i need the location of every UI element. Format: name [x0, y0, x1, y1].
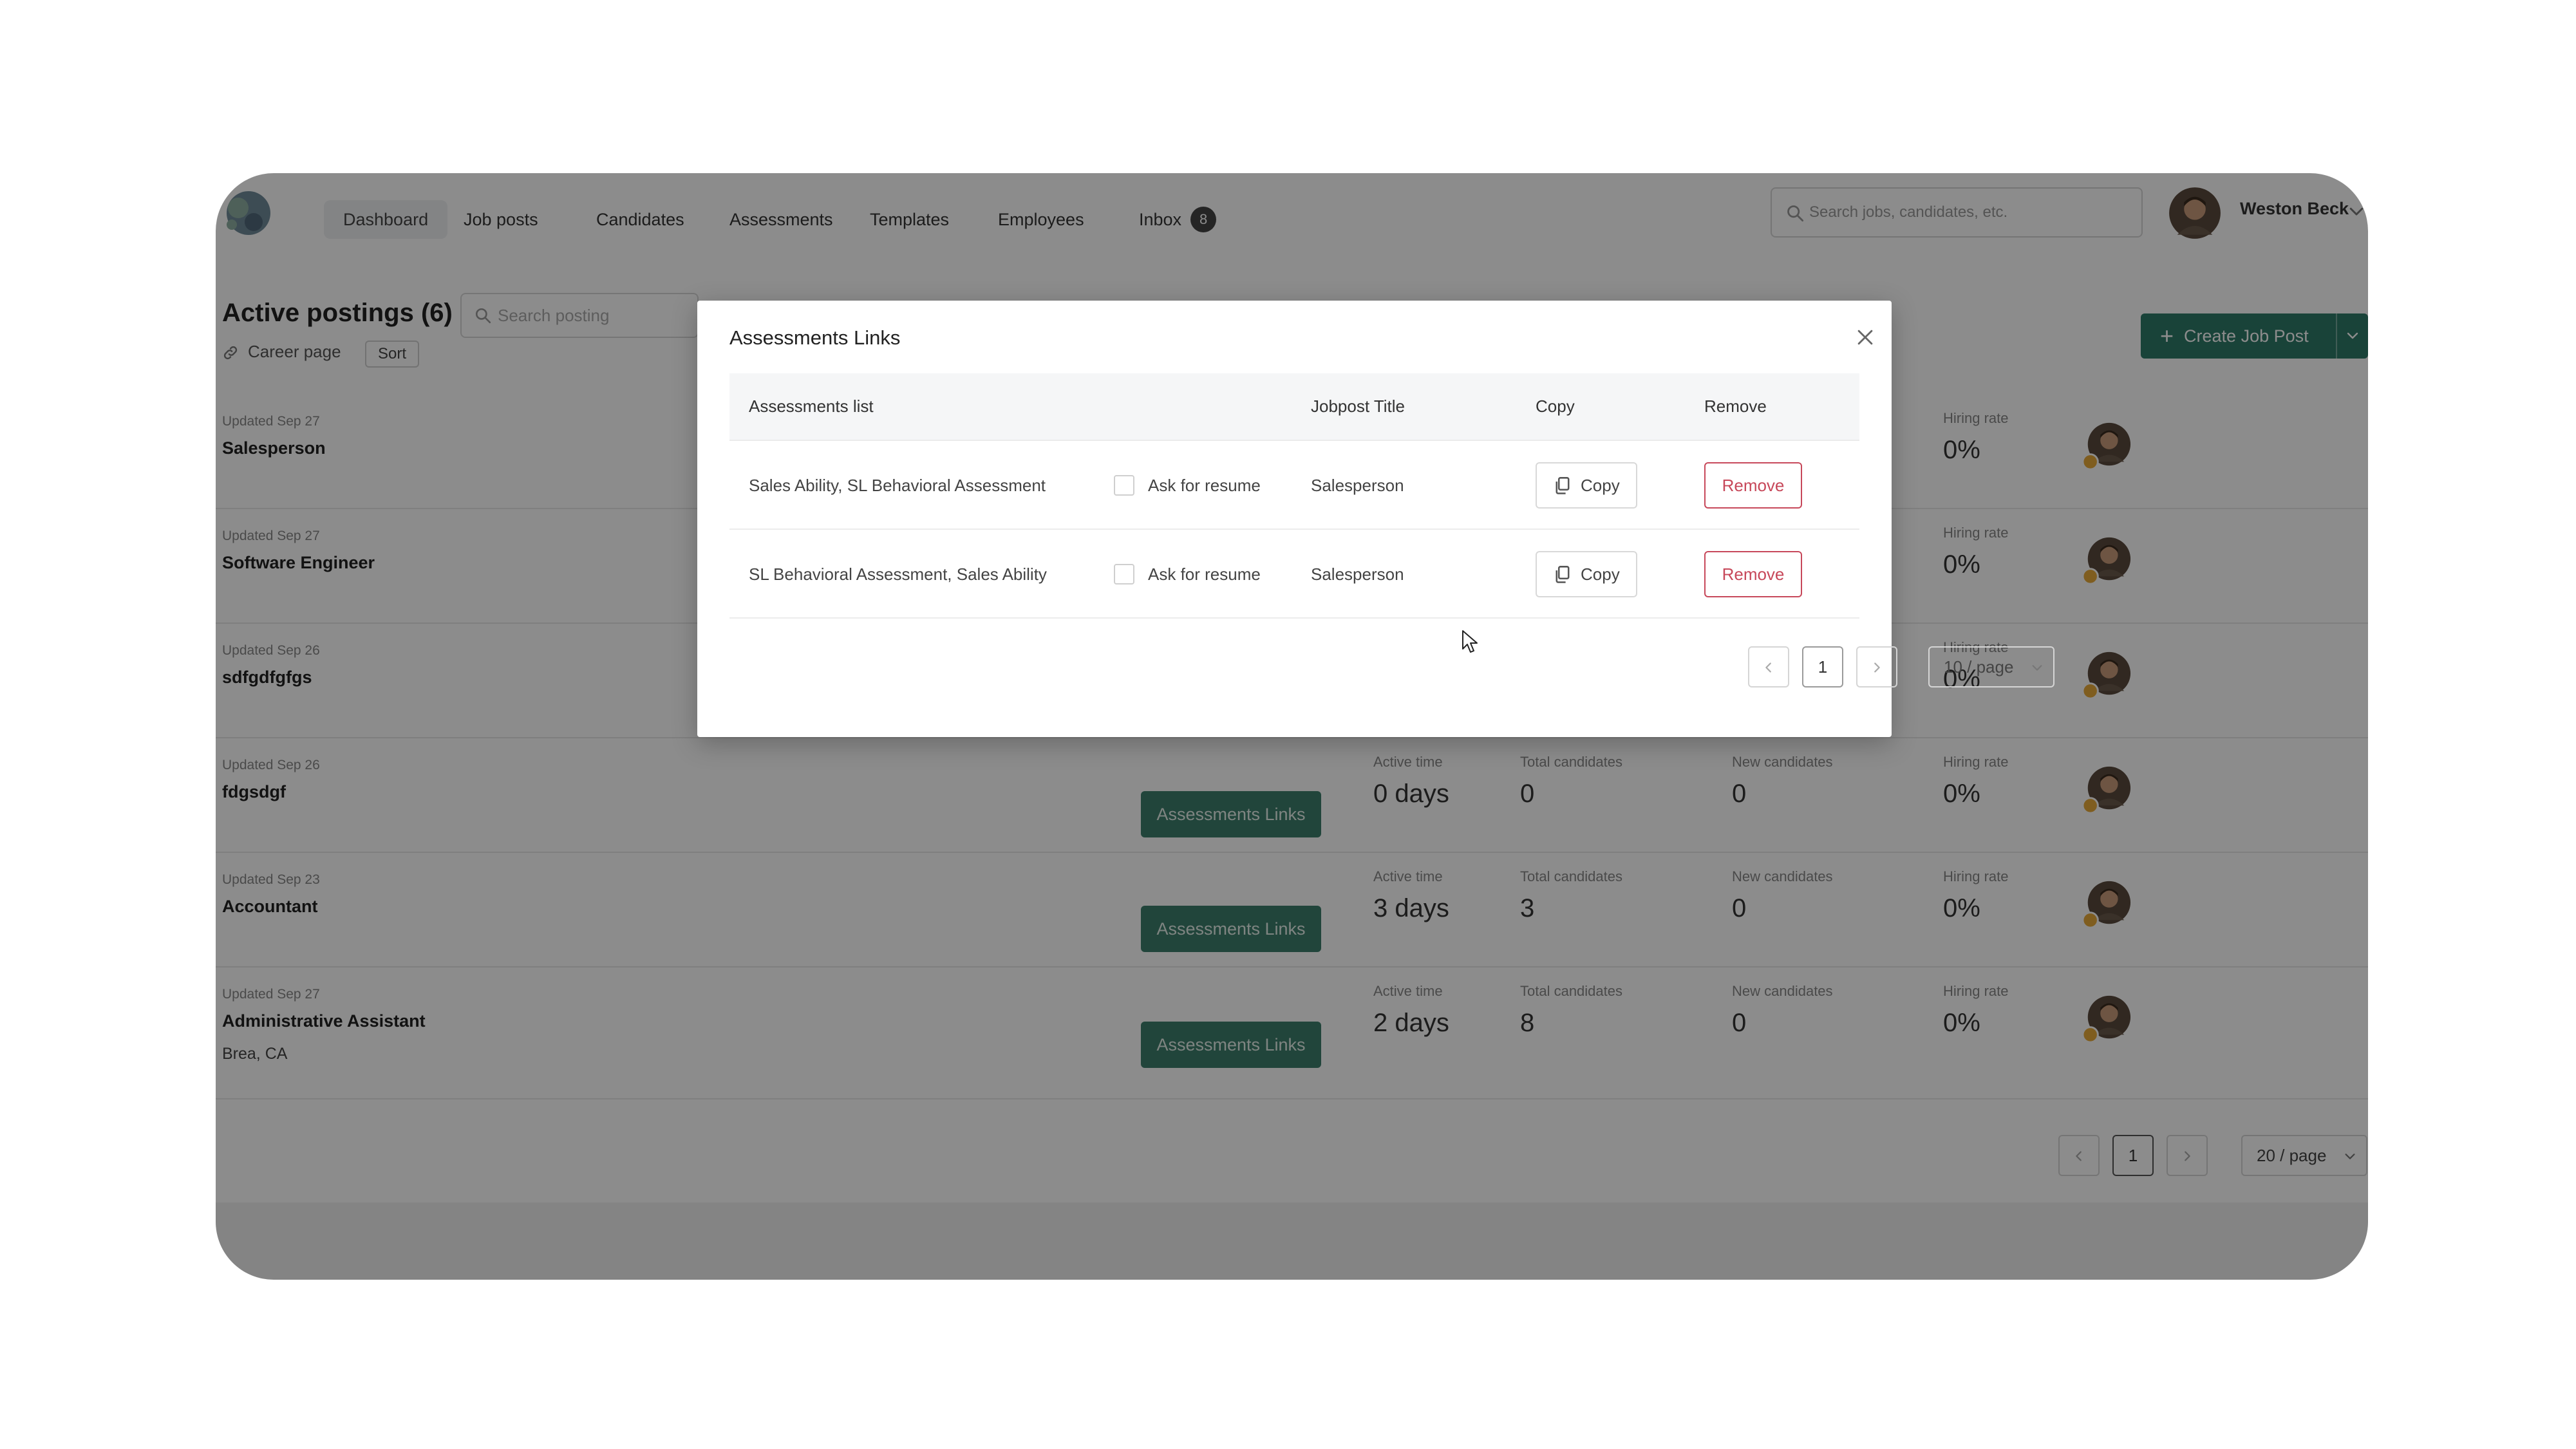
chevron-down-icon — [2030, 660, 2044, 675]
copy-icon — [1554, 476, 1572, 496]
col-copy: Copy — [1536, 397, 1575, 416]
copy-label: Copy — [1581, 565, 1620, 584]
ask-for-resume-checkbox[interactable] — [1114, 564, 1134, 584]
next-page-button[interactable] — [1856, 646, 1897, 687]
table-row: Sales Ability, SL Behavioral Assessment … — [729, 441, 1859, 530]
modal-title: Assessments Links — [729, 326, 901, 349]
page-size-value: 10 / page — [1944, 657, 2014, 677]
close-icon[interactable] — [1854, 326, 1876, 348]
prev-page-button[interactable] — [1748, 646, 1789, 687]
ask-for-resume-label[interactable]: Ask for resume — [1148, 565, 1261, 584]
remove-button[interactable]: Remove — [1704, 551, 1802, 597]
copy-label: Copy — [1581, 476, 1620, 495]
col-assessments-list: Assessments list — [749, 397, 874, 416]
app-frame: Dashboard Job posts Candidates Assessmen… — [216, 173, 2368, 1280]
copy-icon — [1554, 565, 1572, 584]
col-jobpost-title: Jobpost Title — [1311, 397, 1405, 416]
jobpost-title-cell: Salesperson — [1311, 565, 1404, 584]
table-header: Assessments list Jobpost Title Copy Remo… — [729, 373, 1859, 441]
remove-button[interactable]: Remove — [1704, 462, 1802, 509]
assessments-list-cell: Sales Ability, SL Behavioral Assessment — [749, 476, 1046, 495]
assessments-list-cell: SL Behavioral Assessment, Sales Ability — [749, 565, 1047, 584]
copy-button[interactable]: Copy — [1536, 462, 1637, 509]
col-remove: Remove — [1704, 397, 1767, 416]
table-row: SL Behavioral Assessment, Sales Ability … — [729, 530, 1859, 619]
copy-button[interactable]: Copy — [1536, 551, 1637, 597]
ask-for-resume-label[interactable]: Ask for resume — [1148, 476, 1261, 496]
page-number-button[interactable]: 1 — [1802, 646, 1843, 687]
jobpost-title-cell: Salesperson — [1311, 476, 1404, 495]
cursor-icon — [1462, 630, 1478, 653]
modal-page-size-select[interactable]: 10 / page — [1928, 646, 2054, 687]
ask-for-resume-checkbox[interactable] — [1114, 475, 1134, 496]
assessments-links-modal: Assessments Links Assessments list Jobpo… — [697, 301, 2054, 737]
chevron-right-icon — [1870, 660, 1884, 675]
chevron-left-icon — [1762, 660, 1776, 675]
